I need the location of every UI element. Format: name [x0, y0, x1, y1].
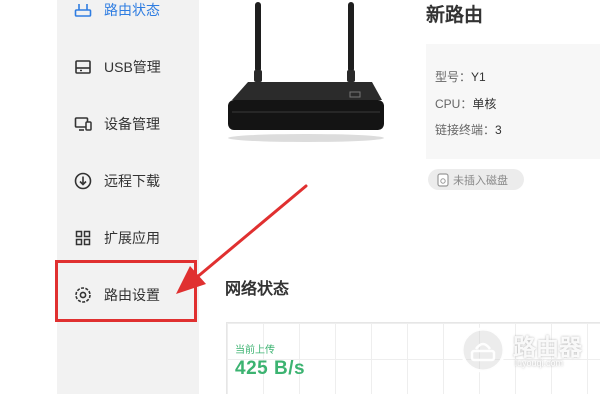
sidebar-item-device-manage[interactable]: 设备管理: [57, 104, 199, 144]
device-info-panel: 型号：Y1 CPU：单核 链接终端：3: [426, 44, 600, 159]
cpu-value: 单核: [472, 97, 497, 111]
router-status-icon: [73, 0, 93, 20]
model-row: 型号：Y1: [435, 68, 486, 85]
device-title: 新路由: [426, 5, 484, 26]
watermark-logo: [460, 327, 506, 373]
clients-label: 链接终端：: [435, 123, 496, 137]
sidebar-item-label: 设备管理: [104, 116, 160, 132]
sidebar-item-label: 路由状态: [104, 2, 160, 18]
clients-row: 链接终端：3: [435, 121, 502, 138]
sidebar-item-apps[interactable]: 扩展应用: [57, 218, 199, 258]
watermark-text: 路由器: [513, 334, 582, 360]
sidebar-item-remote-download[interactable]: 远程下载: [57, 161, 199, 201]
model-label: 型号：: [435, 70, 472, 84]
sidebar: 路由状态 USB管理 设备管理 远程下载 扩展应用 路由设置: [57, 0, 199, 394]
highlight-box: [55, 260, 197, 322]
apps-grid-icon: [73, 228, 93, 248]
network-section-title: 网络状态: [225, 281, 290, 298]
left-margin: [0, 0, 57, 394]
disk-icon: [437, 172, 449, 187]
sidebar-item-label: USB管理: [104, 59, 161, 75]
usb-icon: [73, 57, 93, 77]
cpu-row: CPU：单核: [435, 95, 496, 112]
sidebar-item-usb[interactable]: USB管理: [57, 47, 199, 87]
model-value: Y1: [471, 70, 486, 84]
sidebar-item-label: 远程下载: [104, 173, 160, 189]
disk-status-badge: 未插入磁盘: [428, 169, 524, 190]
disk-status-label: 未插入磁盘: [453, 174, 508, 187]
cpu-label: CPU：: [435, 97, 473, 111]
upload-label: 当前上传: [235, 345, 275, 356]
sidebar-item-label: 扩展应用: [104, 230, 160, 246]
router-image: [228, 2, 384, 142]
clients-value: 3: [495, 123, 502, 137]
upload-value: 425 B/s: [235, 358, 306, 379]
watermark: 路由器 luyouqi.com: [458, 325, 598, 375]
device-manage-icon: [73, 114, 93, 134]
download-icon: [73, 171, 93, 191]
watermark-subtext: luyouqi.com: [515, 358, 564, 368]
sidebar-item-router-status[interactable]: 路由状态: [57, 0, 199, 30]
